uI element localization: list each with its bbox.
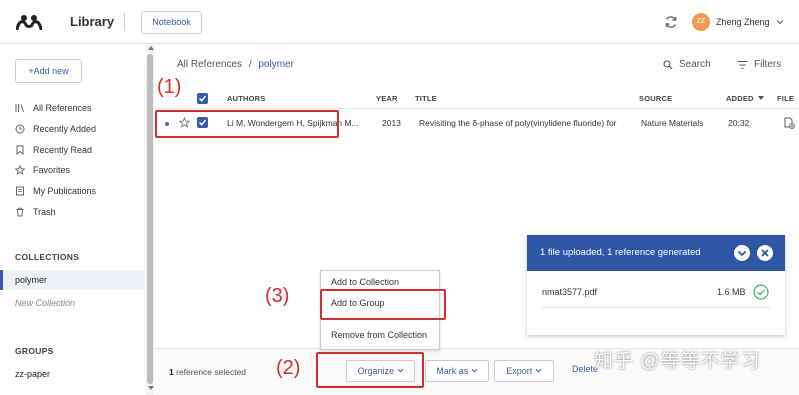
breadcrumb-separator: / [248,59,252,70]
row-title: Revisiting the δ-phase of poly(vinyliden… [419,118,617,128]
clock-icon [15,124,25,134]
sidebar-item-label: Recently Added [33,124,97,134]
sidebar-item-my-publications[interactable]: My Publications [15,183,96,199]
search-label: Search [679,59,711,70]
new-collection-link[interactable]: New Collection [15,298,75,308]
mark-as-button[interactable]: Mark as [425,360,489,382]
sidebar-item-favorites[interactable]: Favorites [15,162,70,178]
selected-count: 1 reference selected [169,367,246,377]
chevron-down-icon [471,368,478,373]
breadcrumb-root[interactable]: All References [177,59,242,70]
upload-header-text: 1 file uploaded, 1 reference generated [540,247,701,258]
close-button[interactable] [757,245,773,261]
checkmark-icon [198,95,207,102]
sync-icon[interactable] [664,15,678,29]
groups-heading: GROUPS [15,346,54,356]
annotation-box-row [155,110,339,138]
chevron-down-icon [535,368,542,373]
column-header-source[interactable]: SOURCE [639,94,672,103]
sidebar: +Add new All References Recently Added R… [0,45,146,395]
select-all-checkbox[interactable] [197,93,208,104]
sidebar-scrollbar-thumb[interactable] [147,54,153,384]
row-added: 20:32 [728,118,750,128]
main-panel: All References / polymer Search Filters … [155,45,799,395]
export-button[interactable]: Export [494,360,554,382]
selected-count-text: reference selected [176,367,247,377]
chevron-down-icon [737,250,747,257]
sidebar-item-recently-read[interactable]: Recently Read [15,142,92,158]
star-icon [15,165,25,175]
annotation-label-2: (2) [276,357,301,379]
top-bar: Library Notebook ZZ Zheng Zheng [0,0,799,44]
sidebar-item-label: Favorites [33,165,71,175]
annotation-label-3: (3) [265,285,290,307]
export-label: Export [506,366,533,376]
column-header-file[interactable]: FILE [777,94,794,103]
upload-notification: 1 file uploaded, 1 reference generated n… [527,235,785,335]
search-icon [663,59,673,69]
sidebar-item-label: Recently Read [33,145,93,155]
zhihu-watermark: 知乎 @等等不学习 [594,351,761,372]
sidebar-item-trash[interactable]: Trash [15,204,56,220]
sidebar-item-label: My Publications [33,186,97,196]
collapse-button[interactable] [734,245,750,261]
upload-divider [542,307,770,308]
app-title: Library [70,14,115,29]
mendeley-logo-icon[interactable] [16,14,42,30]
row-year: 2013 [382,118,401,128]
library-icon [15,104,24,113]
bookmark-icon [16,145,24,155]
title-divider [124,13,125,31]
breadcrumb-current: polymer [258,59,294,70]
selected-count-number: 1 [169,367,174,377]
notebook-button[interactable]: Notebook [141,11,202,34]
trash-icon [16,207,24,217]
uploaded-file-name: nmat3577.pdf [542,287,598,297]
add-new-button[interactable]: +Add new [15,59,82,83]
pdf-file-icon[interactable] [783,117,795,129]
group-item-zz-paper[interactable]: zz-paper [0,364,144,384]
scroll-down-arrow-icon[interactable] [148,386,154,390]
scroll-up-arrow-icon[interactable] [148,46,154,50]
sort-down-icon[interactable] [758,96,764,101]
sidebar-item-label: All References [33,103,92,113]
annotation-label-1: (1) [157,76,182,98]
filters-button[interactable]: Filters [737,59,781,70]
table-header: AUTHORS YEAR TITLE SOURCE ADDED FILE [155,89,799,109]
collections-heading: COLLECTIONS [15,252,80,262]
row-source: Nature Materials [641,118,704,128]
mark-as-label: Mark as [436,366,469,376]
close-icon [761,249,769,257]
breadcrumb: All References / polymer [177,59,294,70]
annotation-box-organize [316,352,424,388]
sidebar-item-label: Trash [33,207,56,217]
menu-item-remove-from-collection[interactable]: Remove from Collection [321,324,439,346]
annotation-box-add-to-group [320,289,446,320]
filter-icon [737,60,748,69]
user-avatar[interactable]: ZZ [692,13,710,31]
uploaded-file-size: 1.6 MB [717,287,746,297]
publication-icon [16,186,24,196]
column-header-year[interactable]: YEAR [376,94,398,103]
collection-item-polymer[interactable]: polymer [0,270,144,290]
chevron-down-icon[interactable] [776,18,784,26]
column-header-authors[interactable]: AUTHORS [227,94,265,103]
column-header-added[interactable]: ADDED [726,94,754,103]
sidebar-item-all-references[interactable]: All References [15,100,92,116]
search-button[interactable]: Search [663,59,711,70]
check-circle-icon [753,284,769,300]
filters-label: Filters [754,59,782,70]
user-name[interactable]: Zheng Zheng [716,17,770,27]
column-header-title[interactable]: TITLE [415,94,437,103]
sidebar-item-recently-added[interactable]: Recently Added [15,121,96,137]
